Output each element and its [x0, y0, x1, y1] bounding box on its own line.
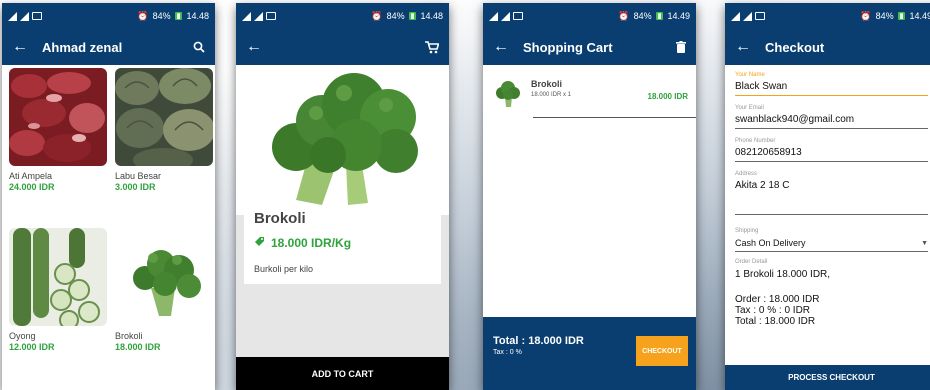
checkout-form: Your Name Black Swan Your Email swanblac…: [725, 65, 930, 327]
back-icon[interactable]: ←: [246, 39, 262, 55]
catalog-screen: ⏰ 84% ▮ 14.48 ← Ahmad zenal Ati Ampela 2…: [2, 3, 215, 390]
price-tag-icon: [254, 236, 265, 250]
product-card[interactable]: Labu Besar 3.000 IDR: [115, 68, 213, 228]
alarm-icon: ⏰: [860, 10, 872, 21]
status-battery: 84%: [152, 11, 171, 21]
checkout-screen: ⏰ 84% ▮ 14.49 ← Checkout Your Name Black…: [725, 3, 930, 390]
product-card[interactable]: Oyong 12.000 IDR: [9, 228, 107, 388]
price-text: 18.000 IDR/Kg: [271, 236, 352, 250]
order-summary: Order : 18.000 IDR Tax : 0 % : 0 IDR Tot…: [735, 294, 928, 327]
status-time: 14.48: [420, 11, 443, 21]
cart-item[interactable]: Brokoli 18.000 IDR x 1 18.000 IDR: [483, 65, 696, 117]
product-price: 3.000 IDR: [115, 182, 156, 192]
product-info-card: Brokoli 18.000 IDR/Kg Burkoli per kilo: [244, 208, 441, 284]
product-name: Oyong: [9, 331, 36, 341]
app-bar: ←: [236, 29, 449, 65]
back-icon[interactable]: ←: [12, 39, 28, 55]
page-title: Ahmad zenal: [42, 39, 123, 55]
battery-icon: ▮: [408, 12, 417, 20]
signal-icon: [489, 11, 498, 21]
cart-footer: Total : 18.000 IDR Tax : 0 % CHECKOUT: [483, 317, 696, 390]
name-field[interactable]: Black Swan: [735, 78, 928, 96]
status-bar: ⏰ 84% ▮ 14.49: [483, 3, 696, 29]
status-time: 14.49: [667, 11, 690, 21]
pumpkin-image: [115, 68, 213, 166]
product-title: Brokoli: [254, 210, 306, 227]
address-field[interactable]: Akita 2 18 C: [735, 177, 928, 215]
signal-icon: [501, 11, 510, 21]
checkout-button[interactable]: CHECKOUT: [636, 336, 688, 366]
signal-icon: [20, 11, 29, 21]
alarm-icon: ⏰: [371, 10, 383, 21]
grand-total: Total : 18.000 IDR: [735, 316, 816, 327]
status-time: 14.49: [909, 11, 930, 21]
broccoli-image: [115, 228, 213, 326]
product-name: Brokoli: [115, 331, 143, 341]
product-card[interactable]: Brokoli 18.000 IDR: [115, 228, 213, 388]
back-icon[interactable]: ←: [735, 39, 751, 55]
cart-item-total: 18.000 IDR: [647, 92, 688, 101]
message-icon: [513, 12, 523, 20]
trash-icon[interactable]: [676, 41, 686, 53]
status-battery: 84%: [386, 11, 405, 21]
product-name: Ati Ampela: [9, 171, 53, 181]
product-grid: Ati Ampela 24.000 IDR Labu Besar 3.000 I…: [2, 65, 215, 388]
broccoli-thumbnail: [493, 79, 523, 117]
email-field[interactable]: swanblack940@gmail.com: [735, 111, 928, 129]
signal-icon: [254, 11, 263, 21]
status-bar: ⏰ 84% ▮ 14.48: [236, 3, 449, 29]
product-card[interactable]: Ati Ampela 24.000 IDR: [9, 68, 107, 228]
status-time: 14.48: [186, 11, 209, 21]
shipping-value: Cash On Delivery: [735, 238, 806, 248]
process-checkout-button[interactable]: PROCESS CHECKOUT: [725, 365, 930, 390]
battery-icon: ▮: [174, 12, 183, 20]
search-icon[interactable]: [193, 41, 205, 53]
product-price: 24.000 IDR: [9, 182, 55, 192]
divider: [533, 117, 696, 118]
product-image: [236, 65, 449, 215]
tax-line: Tax : 0 % : 0 IDR: [735, 305, 811, 316]
alarm-icon: ⏰: [137, 10, 149, 21]
page-title: Shopping Cart: [523, 39, 613, 55]
product-price: 18.000 IDR: [115, 342, 161, 352]
signal-icon: [8, 11, 17, 21]
battery-icon: ▮: [897, 12, 906, 20]
page-title: Checkout: [765, 39, 825, 55]
add-to-cart-button[interactable]: ADD TO CART: [236, 357, 449, 390]
app-bar: ← Ahmad zenal: [2, 29, 215, 65]
product-detail-screen: ⏰ 84% ▮ 14.48 ← Brokoli 18.000 IDR/Kg Bu…: [236, 3, 449, 390]
shopping-cart-screen: ⏰ 84% ▮ 14.49 ← Shopping Cart Brokoli 18…: [483, 3, 696, 390]
order-total: Order : 18.000 IDR: [735, 294, 820, 305]
order-detail-label: Order Detail: [735, 259, 768, 265]
app-bar: ← Checkout: [725, 29, 930, 65]
cart-item-name: Brokoli: [531, 79, 563, 89]
signal-icon: [242, 11, 251, 21]
signal-icon: [743, 11, 752, 21]
product-price: 18.000 IDR/Kg: [254, 236, 431, 250]
status-battery: 84%: [633, 11, 652, 21]
cart-icon[interactable]: [425, 40, 439, 54]
signal-icon: [731, 11, 740, 21]
message-icon: [32, 12, 42, 20]
app-bar: ← Shopping Cart: [483, 29, 696, 65]
alarm-icon: ⏰: [618, 10, 630, 21]
chevron-down-icon: ▼: [921, 239, 928, 247]
phone-field[interactable]: 082120658913: [735, 144, 928, 162]
product-price: 12.000 IDR: [9, 342, 55, 352]
status-bar: ⏰ 84% ▮ 14.49: [725, 3, 930, 29]
shipping-select[interactable]: Cash On Delivery ▼: [735, 234, 928, 252]
chicken-liver-image: [9, 68, 107, 166]
message-icon: [266, 12, 276, 20]
status-battery: 84%: [875, 11, 894, 21]
status-bar: ⏰ 84% ▮ 14.48: [2, 3, 215, 29]
sponge-gourd-image: [9, 228, 107, 326]
back-icon[interactable]: ←: [493, 39, 509, 55]
battery-icon: ▮: [655, 12, 664, 20]
product-name: Labu Besar: [115, 171, 162, 181]
order-line: 1 Brokoli 18.000 IDR,: [735, 269, 831, 280]
product-description: Burkoli per kilo: [254, 264, 314, 274]
message-icon: [755, 12, 765, 20]
